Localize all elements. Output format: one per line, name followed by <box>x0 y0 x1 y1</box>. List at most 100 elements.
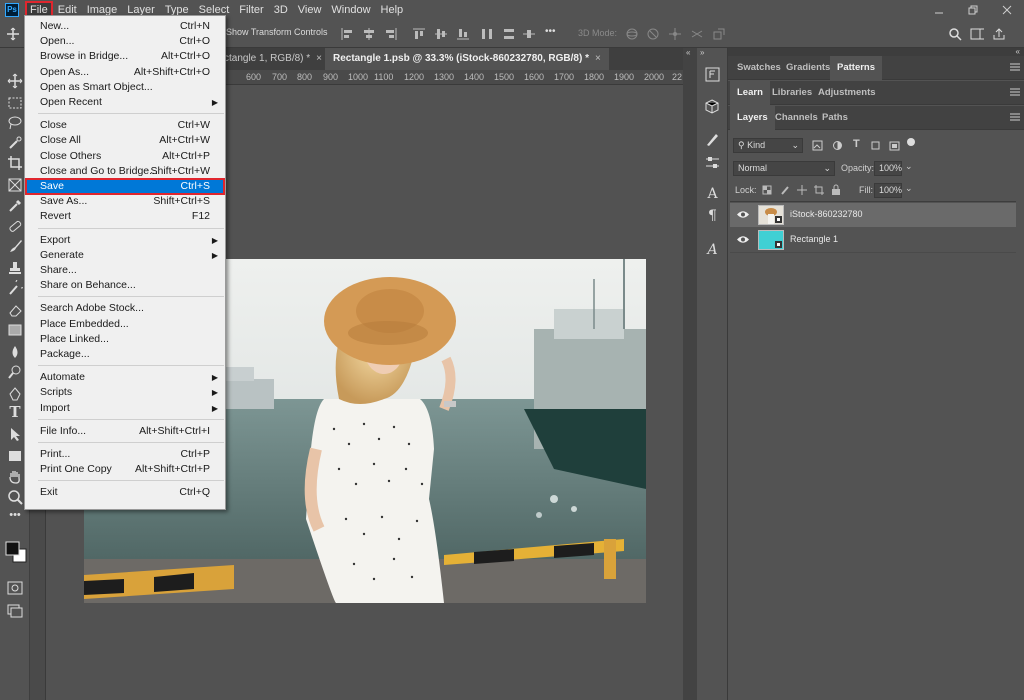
lock-artboard-icon[interactable] <box>814 185 824 195</box>
file-menu-item-import[interactable]: Import ▶ <box>26 401 224 416</box>
character-panel-icon[interactable]: A <box>704 186 721 203</box>
align-right-icon[interactable] <box>384 27 398 41</box>
screen-mode-icon[interactable] <box>7 602 23 618</box>
rectangle-tool-icon[interactable] <box>7 448 23 464</box>
show-transform-controls-label[interactable]: Show Transform Controls <box>226 27 328 37</box>
file-menu-item-print[interactable]: Print... Ctrl+P <box>26 447 224 462</box>
file-menu-item-close-all[interactable]: Close All Alt+Ctrl+W <box>26 133 224 148</box>
pan-3d-icon[interactable] <box>668 27 682 41</box>
frame-tool-icon[interactable] <box>7 177 23 193</box>
menu-help[interactable]: Help <box>376 1 409 19</box>
file-menu-item-save-as[interactable]: Save As... Shift+Ctrl+S <box>26 194 224 209</box>
healing-brush-tool-icon[interactable] <box>7 218 23 234</box>
lasso-tool-icon[interactable] <box>7 115 23 131</box>
slide-3d-icon[interactable] <box>690 27 704 41</box>
close-window-button[interactable] <box>990 0 1024 20</box>
pen-tool-icon[interactable] <box>7 386 23 402</box>
layer-row-rectangle[interactable]: Rectangle 1 <box>730 228 1016 252</box>
collapse-dock-icon[interactable]: « <box>1016 47 1020 56</box>
eraser-tool-icon[interactable] <box>7 302 23 318</box>
file-menu-item-generate[interactable]: Generate ▶ <box>26 248 224 263</box>
tab-patterns[interactable]: Patterns <box>830 56 883 80</box>
blur-tool-icon[interactable] <box>7 344 23 360</box>
file-menu-item-open-recent[interactable]: Open Recent ▶ <box>26 95 224 110</box>
close-tab-icon[interactable]: × <box>595 53 601 64</box>
brush-tool-icon[interactable] <box>7 238 23 254</box>
distribute-icon[interactable] <box>480 27 494 41</box>
filter-shape-icon[interactable] <box>870 140 881 151</box>
menu-filter[interactable]: Filter <box>234 1 268 19</box>
lock-all-icon[interactable] <box>831 184 841 195</box>
marquee-tool-icon[interactable] <box>7 95 23 111</box>
align-center-icon[interactable] <box>362 27 376 41</box>
tab-adjustments[interactable]: Adjustments <box>811 81 883 105</box>
file-menu-item-package[interactable]: Package... <box>26 347 224 362</box>
lock-transparent-icon[interactable] <box>762 185 772 195</box>
tab-document-active[interactable]: Rectangle 1.psb @ 33.3% (iStock-86023278… <box>325 48 609 70</box>
file-menu-item-browse-in-bridge[interactable]: Browse in Bridge... Alt+Ctrl+O <box>26 49 224 64</box>
align-left-icon[interactable] <box>340 27 354 41</box>
share-icon[interactable] <box>992 27 1006 41</box>
color-swatches-icon[interactable] <box>4 540 28 564</box>
distribute-spacing-icon[interactable] <box>522 27 536 41</box>
file-menu-item-exit[interactable]: Exit Ctrl+Q <box>26 485 224 500</box>
align-bottom-icon[interactable] <box>456 27 470 41</box>
restore-button[interactable] <box>956 0 990 20</box>
file-menu-item-share[interactable]: Share... <box>26 263 224 278</box>
workspace-icon[interactable] <box>970 27 984 41</box>
brush-settings-icon[interactable] <box>704 130 721 147</box>
align-middle-icon[interactable] <box>434 27 448 41</box>
file-menu-item-save[interactable]: Save Ctrl+S <box>25 178 225 195</box>
file-menu-item-open-as[interactable]: Open As... Alt+Shift+Ctrl+O <box>26 65 224 80</box>
paragraph-panel-icon[interactable]: ¶ <box>704 208 721 225</box>
glyphs-panel-icon[interactable]: A <box>704 242 721 259</box>
quick-mask-icon[interactable] <box>7 580 23 596</box>
tab-gradients[interactable]: Gradients <box>779 56 837 80</box>
chevron-down-icon[interactable]: ⌄ <box>905 183 913 194</box>
adjustment-sliders-icon[interactable] <box>704 154 721 171</box>
lock-position-icon[interactable] <box>797 185 807 195</box>
scale-3d-icon[interactable] <box>712 27 726 41</box>
minimize-button[interactable] <box>922 0 956 20</box>
move-tool-icon[interactable] <box>6 27 20 41</box>
search-icon[interactable] <box>948 27 962 41</box>
filter-smart-object-icon[interactable] <box>889 140 900 151</box>
blend-mode-select[interactable]: Normal ⌄ <box>733 161 835 176</box>
file-menu-item-scripts[interactable]: Scripts ▶ <box>26 385 224 400</box>
file-menu-item-open[interactable]: Open... Ctrl+O <box>26 34 224 49</box>
panel-menu-icon[interactable] <box>1010 63 1020 72</box>
filter-adjustment-icon[interactable] <box>832 140 843 151</box>
tab-paths[interactable]: Paths <box>815 106 855 130</box>
filter-image-icon[interactable] <box>812 140 823 151</box>
file-menu-item-share-on-behance[interactable]: Share on Behance... <box>26 278 224 293</box>
history-brush-tool-icon[interactable] <box>7 280 23 296</box>
type-tool-icon[interactable]: T <box>7 404 23 420</box>
visibility-eye-icon[interactable] <box>737 235 749 244</box>
tab-document-1[interactable]: ctangle 1, RGB/8) * × <box>216 48 330 70</box>
panel-menu-icon[interactable] <box>1010 113 1020 122</box>
file-menu-item-file-info[interactable]: File Info... Alt+Shift+Ctrl+I <box>26 424 224 439</box>
roll-3d-icon[interactable] <box>646 27 660 41</box>
file-menu-item-revert[interactable]: Revert F12 <box>26 209 224 224</box>
gradient-tool-icon[interactable] <box>7 322 23 338</box>
close-tab-icon[interactable]: × <box>316 53 322 64</box>
tab-learn[interactable]: Learn <box>730 81 770 105</box>
file-menu-item-place-linked[interactable]: Place Linked... <box>26 332 224 347</box>
menu-window[interactable]: Window <box>326 1 375 19</box>
quick-select-tool-icon[interactable] <box>7 135 23 151</box>
opacity-input[interactable]: 100% <box>874 161 902 176</box>
file-menu-item-search-adobe-stock[interactable]: Search Adobe Stock... <box>26 301 224 316</box>
file-menu-item-close-others[interactable]: Close Others Alt+Ctrl+P <box>26 149 224 164</box>
zoom-tool-icon[interactable] <box>7 489 23 505</box>
edit-toolbar-icon[interactable]: ••• <box>7 509 23 525</box>
file-menu-item-export[interactable]: Export ▶ <box>26 233 224 248</box>
file-menu-item-close[interactable]: Close Ctrl+W <box>26 118 224 133</box>
layer-filter-kind[interactable]: ⚲ Kind ⌄ <box>733 138 803 153</box>
hand-tool-icon[interactable] <box>7 468 23 484</box>
menu-view[interactable]: View <box>293 1 327 19</box>
clone-stamp-tool-icon[interactable] <box>7 260 23 276</box>
more-options-button[interactable]: ••• <box>545 26 556 37</box>
fill-input[interactable]: 100% <box>874 183 902 198</box>
orbit-3d-icon[interactable] <box>624 27 638 41</box>
file-menu-item-print-one-copy[interactable]: Print One Copy Alt+Shift+Ctrl+P <box>26 462 224 477</box>
